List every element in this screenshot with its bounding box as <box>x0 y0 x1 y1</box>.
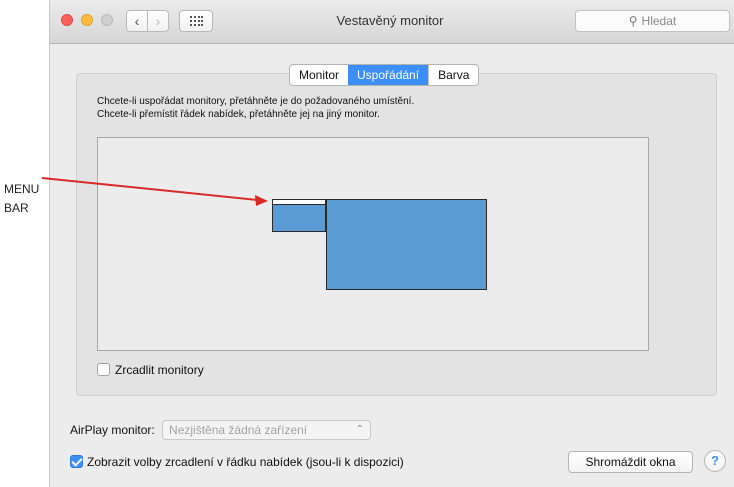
display-arrangement-area <box>97 137 649 351</box>
zoom-window-button[interactable] <box>101 14 113 26</box>
secondary-display[interactable] <box>272 199 326 232</box>
primary-display[interactable] <box>326 199 487 290</box>
menu-bar-indicator[interactable] <box>273 200 325 205</box>
tab-color[interactable]: Barva <box>428 65 478 85</box>
mirror-displays-label: Zrcadlit monitory <box>115 362 204 377</box>
show-mirroring-option[interactable]: Zobrazit volby zrcadlení v řádku nabídek… <box>70 454 404 469</box>
airplay-select[interactable]: Nezjištěna žádná zařízení ⌃ <box>162 420 372 440</box>
show-mirroring-checkbox[interactable] <box>70 455 83 469</box>
show-all-button[interactable] <box>179 10 213 32</box>
chevron-left-icon: ‹ <box>134 13 140 29</box>
grid-icon <box>190 16 203 26</box>
help-button[interactable]: ? <box>704 450 726 472</box>
search-field[interactable]: ⚲ Hledat <box>575 10 730 32</box>
arrangement-instructions: Chcete-li uspořádat monitory, přetáhněte… <box>97 95 414 121</box>
window-title: Vestavěný monitor <box>336 13 444 28</box>
tab-arrangement[interactable]: Uspořádání <box>348 65 429 85</box>
tab-bar: Monitor Uspořádání Barva <box>289 64 480 86</box>
mirror-displays-checkbox[interactable] <box>97 363 110 377</box>
mirror-displays-option[interactable]: Zrcadlit monitory <box>97 362 204 377</box>
close-window-button[interactable] <box>61 14 73 26</box>
airplay-selected-value: Nezjištěna žádná zařízení <box>169 423 308 437</box>
annotation-line-1: MENU <box>4 182 40 196</box>
search-placeholder: Hledat <box>641 14 677 28</box>
airplay-label: AirPlay monitor: <box>70 423 155 437</box>
updown-chevron-icon: ⌃ <box>355 424 365 435</box>
show-mirroring-label: Zobrazit volby zrcadlení v řádku nabídek… <box>87 454 404 469</box>
forward-button[interactable]: › <box>147 10 169 32</box>
tab-monitor[interactable]: Monitor <box>290 65 348 85</box>
instruction-line-2: Chcete-li přemístit řádek nabídek, přetá… <box>97 109 380 120</box>
gather-windows-button[interactable]: Shromáždit okna <box>568 451 693 473</box>
menu-bar-annotation: MENU BAR <box>4 180 39 218</box>
back-button[interactable]: ‹ <box>126 10 148 32</box>
title-bar: ‹ › Vestavěný monitor ⚲ Hledat <box>50 0 734 44</box>
airplay-row: AirPlay monitor: Nezjištěna žádná zaříze… <box>70 420 372 440</box>
instruction-line-1: Chcete-li uspořádat monitory, přetáhněte… <box>97 96 415 107</box>
chevron-right-icon: › <box>155 13 161 29</box>
preferences-window: ‹ › Vestavěný monitor ⚲ Hledat Monitor Us… <box>49 0 734 487</box>
search-icon: ⚲ <box>628 14 638 28</box>
minimize-window-button[interactable] <box>81 14 93 26</box>
annotation-line-2: BAR <box>4 201 29 215</box>
